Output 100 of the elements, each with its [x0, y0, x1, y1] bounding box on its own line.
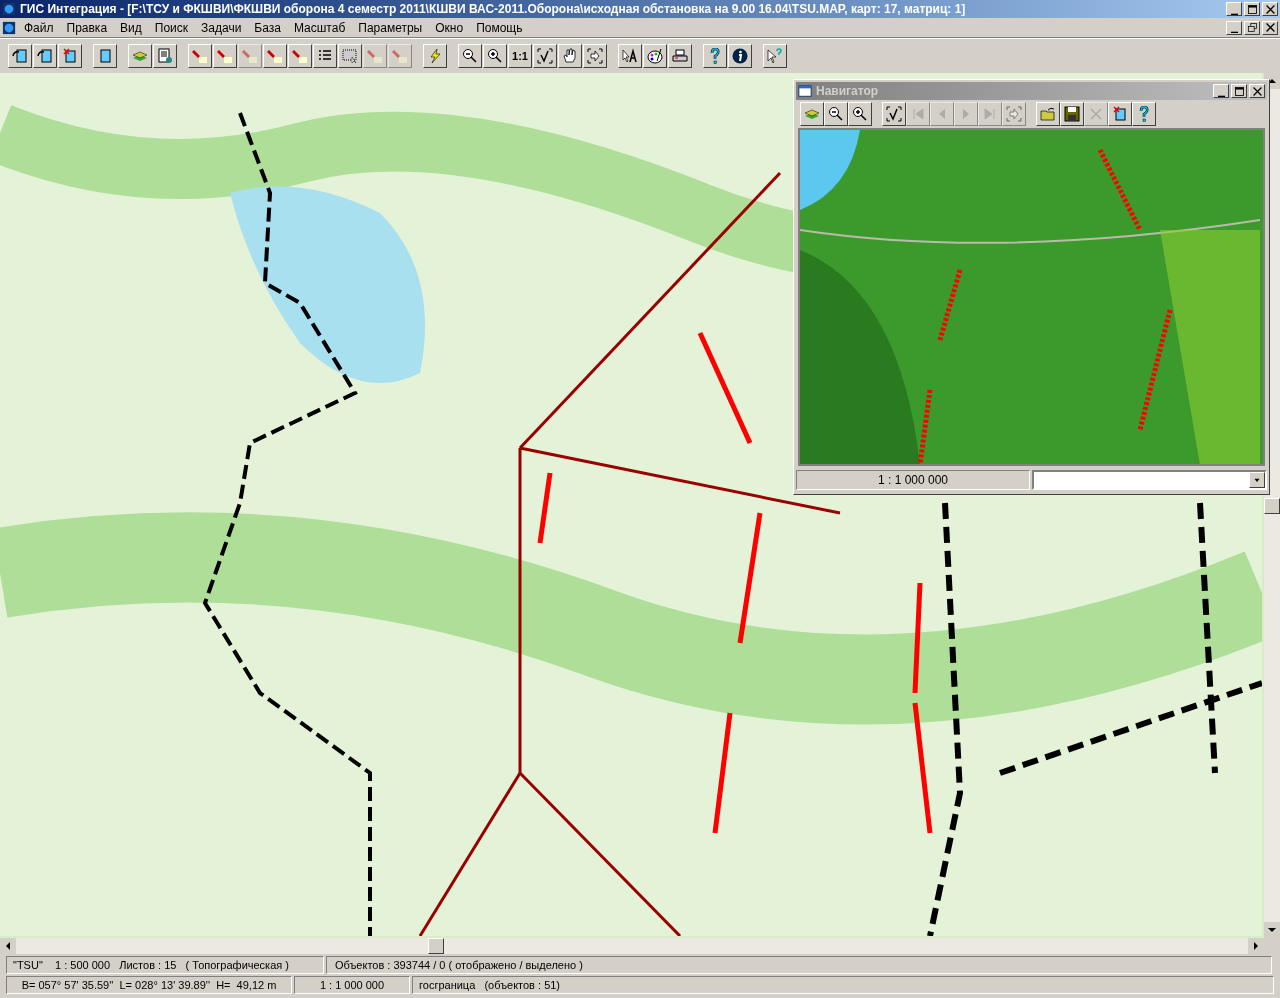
toolbar-button[interactable] — [128, 44, 152, 68]
menu-item[interactable]: Поиск — [154, 18, 189, 37]
maximize-button[interactable] — [1244, 2, 1260, 16]
lamp-icon — [392, 48, 408, 64]
document-delete-icon — [62, 48, 78, 64]
window-title: Навигатор — [816, 83, 880, 100]
toolbar-button[interactable] — [213, 44, 237, 68]
toolbar-button[interactable] — [423, 44, 447, 68]
maximize-button[interactable] — [1231, 84, 1247, 98]
scroll-thumb[interactable] — [1264, 497, 1280, 514]
toolbar-button[interactable] — [153, 44, 177, 68]
toolbar-button[interactable] — [313, 44, 337, 68]
toolbar-button[interactable] — [558, 44, 582, 68]
globe-icon — [2, 20, 16, 35]
menu-item[interactable]: Вид — [120, 18, 142, 37]
document-image-icon — [157, 48, 173, 64]
menu-item[interactable]: Файл — [24, 18, 54, 37]
close-button[interactable] — [1249, 84, 1265, 98]
window-title: ГИС Интеграция - [F:\ТСУ и ФКШВИ\ФКШВИ оборона 4 семестр 2011\КШВИ ВАС-2011.Оборона\исходная обстановка на 9.00 16.04\TSU.MAP, карт: 17, матриц: 1] — [20, 1, 967, 18]
toolbar-button[interactable] — [728, 44, 752, 68]
toolbar-button[interactable] — [93, 44, 117, 68]
close-icon — [1265, 23, 1275, 32]
document-delete-icon — [1112, 106, 1128, 122]
info-icon — [732, 48, 748, 64]
toolbar-button[interactable] — [33, 44, 57, 68]
horizontal-scrollbar[interactable] — [0, 938, 1264, 954]
toolbar-button[interactable] — [288, 44, 312, 68]
toolbar-button[interactable]: 1:1 — [508, 44, 532, 68]
skip-first-icon — [910, 106, 926, 122]
toolbar-button[interactable] — [643, 44, 667, 68]
checkmark-frame-icon — [886, 106, 902, 122]
menu-item[interactable]: Правка — [66, 18, 108, 37]
toolbar-button[interactable] — [338, 44, 362, 68]
toolbar-button[interactable] — [1132, 102, 1156, 126]
cross-icon — [1088, 106, 1104, 122]
minimize-button[interactable] — [1213, 84, 1229, 98]
toolbar-button[interactable] — [1036, 102, 1060, 126]
arrow-frame-icon — [587, 48, 603, 64]
toolbar-button[interactable] — [1108, 102, 1132, 126]
restore-icon — [1247, 23, 1257, 32]
status-field: Объектов : 393744 / 0 ( отображено / выделено ) — [326, 956, 1272, 974]
document-arrow-icon — [12, 48, 28, 64]
selection-icon — [342, 48, 358, 64]
lamp-icon — [267, 48, 283, 64]
toolbar-button[interactable] — [483, 44, 507, 68]
close-button[interactable] — [1262, 2, 1278, 16]
layers-icon — [804, 106, 820, 122]
toolbar-button[interactable] — [668, 44, 692, 68]
zoom-out-icon — [462, 48, 478, 64]
toolbar-button[interactable] — [824, 102, 848, 126]
scroll-thumb[interactable] — [428, 938, 444, 954]
zoom-in-icon — [487, 48, 503, 64]
lamp-icon — [192, 48, 208, 64]
folder-icon — [1040, 106, 1056, 122]
close-button[interactable] — [1262, 20, 1278, 35]
minimize-button[interactable] — [1226, 20, 1242, 35]
arrow-frame-icon — [1006, 106, 1022, 122]
minimize-button[interactable] — [1226, 2, 1242, 16]
dropdown-button[interactable] — [1249, 472, 1265, 488]
scale-field: 1 : 1 000 000 — [796, 470, 1030, 490]
maximize-icon — [1234, 86, 1244, 96]
skip-last-icon — [982, 106, 998, 122]
globe-icon — [2, 2, 16, 16]
menu-item[interactable]: Помощь — [476, 18, 523, 37]
menu-item[interactable]: Окно — [435, 18, 464, 37]
menu-item[interactable]: База — [254, 18, 281, 37]
lightning-icon — [427, 48, 443, 64]
layers-icon — [132, 48, 148, 64]
printer-icon — [672, 48, 688, 64]
toolbar-button[interactable] — [188, 44, 212, 68]
toolbar-button[interactable] — [8, 44, 32, 68]
toolbar-button[interactable] — [763, 44, 787, 68]
pointer-help-icon — [767, 48, 783, 64]
toolbar-button[interactable] — [533, 44, 557, 68]
toolbar-button[interactable] — [263, 44, 287, 68]
zoom-out-icon — [828, 106, 844, 122]
lamp-icon — [217, 48, 233, 64]
toolbar-button[interactable] — [458, 44, 482, 68]
cursor-text-icon — [622, 48, 638, 64]
toolbar-button[interactable] — [618, 44, 642, 68]
toolbar-button[interactable] — [583, 44, 607, 68]
toolbar-button[interactable] — [58, 44, 82, 68]
status-field: 1 : 1 000 000 — [294, 976, 410, 994]
toolbar-button[interactable] — [848, 102, 872, 126]
status-field: госграница (объектов : 51) — [412, 976, 1274, 994]
restore-button[interactable] — [1244, 20, 1260, 35]
status-field: B= 057° 57' 35.59'' L= 028° 13' 39.89'' H= 49,12 m — [6, 976, 292, 994]
checkmark-frame-icon — [537, 48, 553, 64]
menu-item[interactable]: Параметры — [358, 18, 423, 37]
toolbar-button[interactable] — [800, 102, 824, 126]
hand-icon — [562, 48, 578, 64]
status-field: "TSU" 1 : 500 000 Листов : 15 ( Топографическая ) — [6, 956, 324, 974]
menu-item[interactable]: Масштаб — [293, 18, 346, 37]
toolbar-button[interactable] — [703, 44, 727, 68]
close-icon — [1265, 4, 1275, 14]
dropdown[interactable] — [1032, 470, 1267, 490]
zoom-in-icon — [852, 106, 868, 122]
toolbar-button[interactable] — [882, 102, 906, 126]
menu-item[interactable]: Задачи — [201, 18, 242, 37]
toolbar-button[interactable] — [1060, 102, 1084, 126]
